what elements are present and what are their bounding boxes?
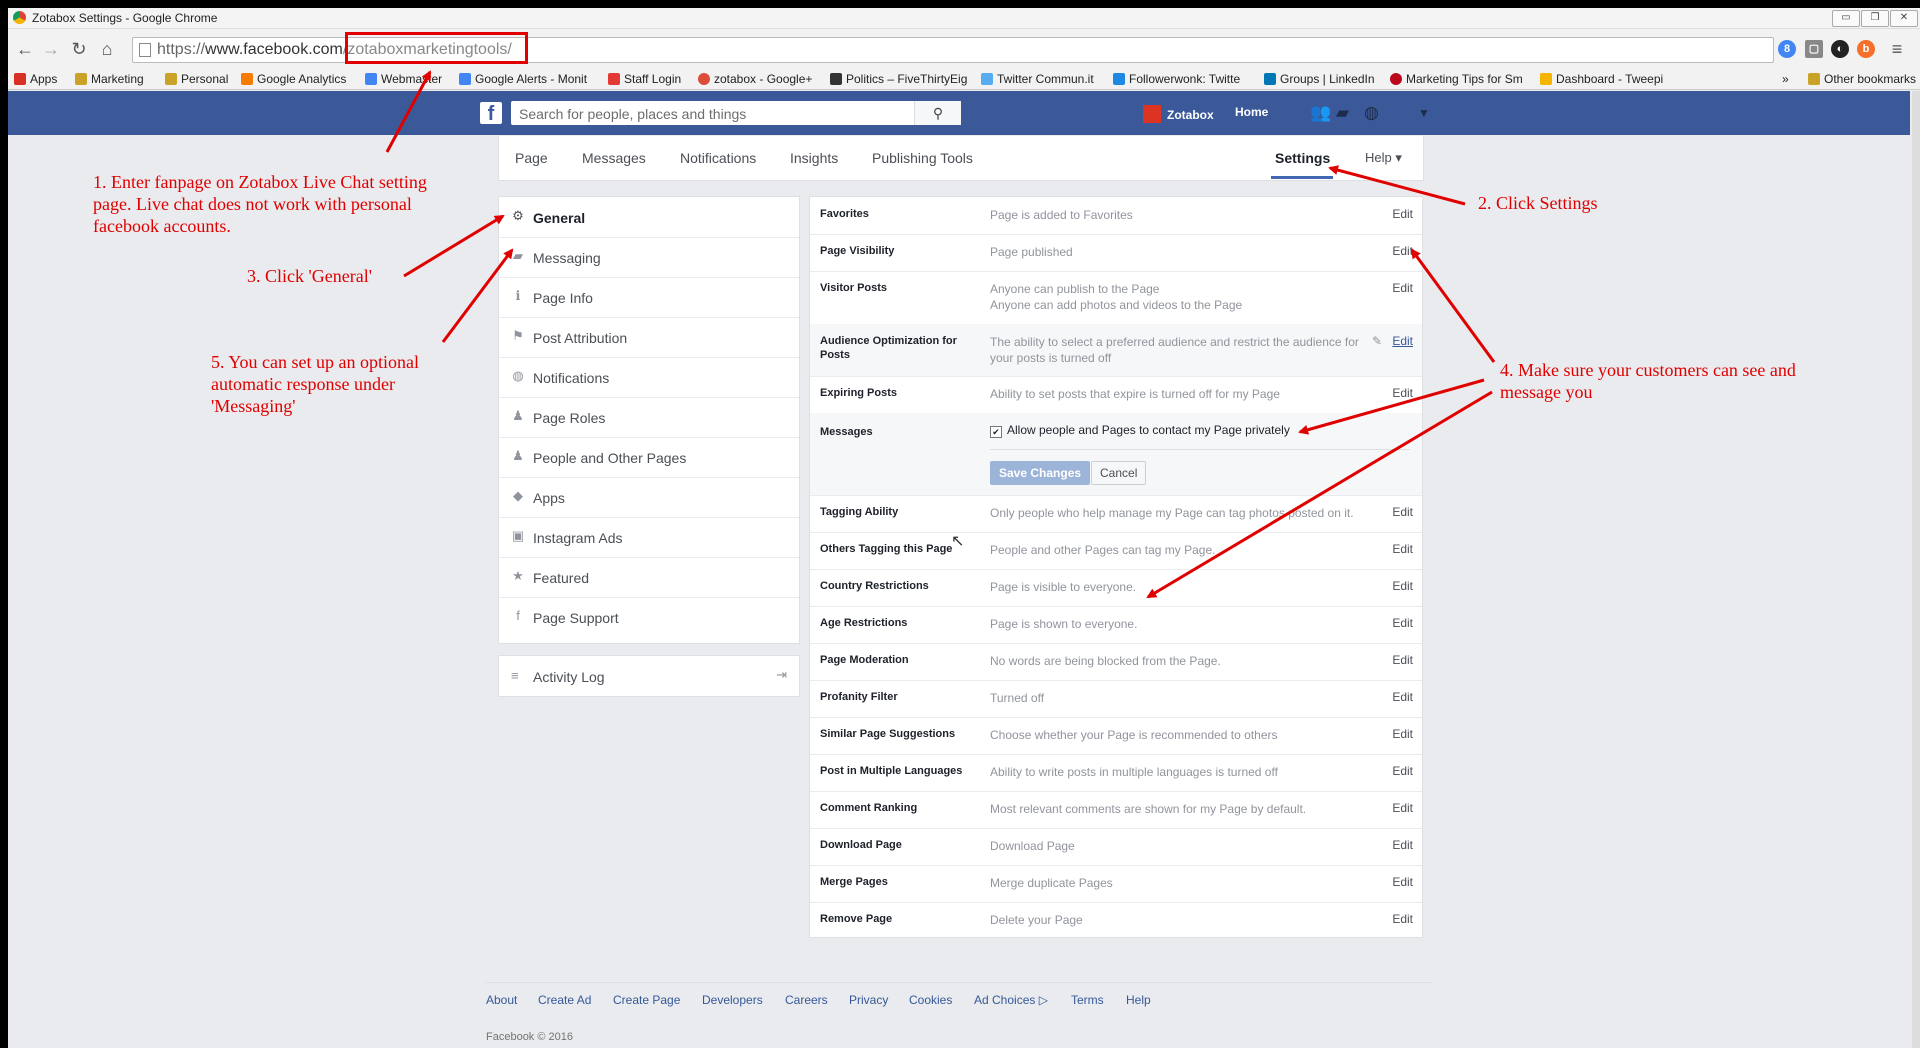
arrow-to-country [1146,390,1493,599]
annotation-step-2: 2. Click Settings [1478,193,1598,213]
annotation-step-5: 5. You can set up an optional automatic … [211,352,419,416]
arrow-to-page-visibility [1410,248,1496,363]
arrow-to-url [385,70,432,153]
arrow-to-settings [1328,165,1466,206]
annotation-arrows [385,70,1496,599]
annotation-step-4: 4. Make sure your customers can see and … [1500,360,1796,402]
annotation-step-1: 1. Enter fanpage on Zotabox Live Chat se… [93,172,427,236]
arrow-to-messaging [441,248,514,343]
arrow-to-messages [1298,378,1485,435]
annotation-step-3: 3. Click 'General' [247,266,372,286]
